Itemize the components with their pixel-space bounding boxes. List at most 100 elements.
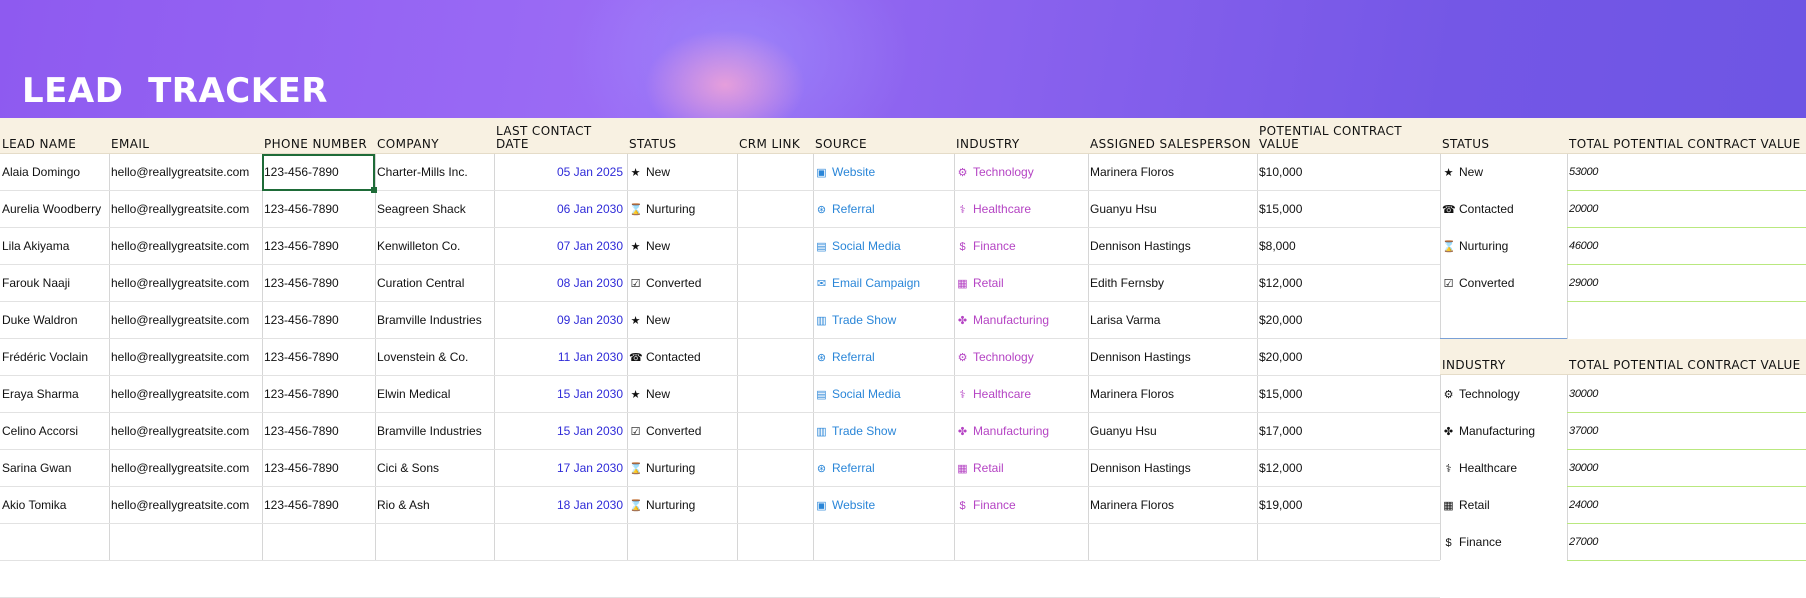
table-row[interactable]: Akio Tomika hello@reallygreatsite.com 123-…: [0, 487, 1440, 524]
cell-industry[interactable]: ▦ Retail: [954, 450, 1088, 487]
cell-crm[interactable]: [737, 413, 813, 450]
cell-source[interactable]: ▣ Website: [813, 487, 954, 524]
header-industry[interactable]: INDUSTRY: [954, 118, 1088, 154]
cell-industry[interactable]: ⚕ Healthcare: [954, 376, 1088, 413]
cell-name[interactable]: Alaia Domingo: [0, 154, 109, 191]
cell-value[interactable]: $8,000: [1257, 228, 1440, 265]
cell-status[interactable]: ☎ Contacted: [627, 339, 737, 376]
summary-value-cell[interactable]: 53000: [1567, 154, 1806, 191]
cell-salesperson[interactable]: Dennison Hastings: [1088, 339, 1257, 376]
cell-salesperson[interactable]: Edith Fernsby: [1088, 265, 1257, 302]
header-date[interactable]: LAST CONTACT DATE: [494, 118, 627, 154]
summary-value-cell[interactable]: 37000: [1567, 413, 1806, 450]
cell-email[interactable]: hello@reallygreatsite.com: [109, 413, 262, 450]
cell-phone[interactable]: 123-456-7890: [262, 413, 375, 450]
cell-name[interactable]: Lila Akiyama: [0, 228, 109, 265]
cell-date[interactable]: 15 Jan 2030: [494, 376, 627, 413]
table-row[interactable]: Eraya Sharma hello@reallygreatsite.com 123…: [0, 376, 1440, 413]
cell-industry[interactable]: ✤ Manufacturing: [954, 413, 1088, 450]
cell-industry[interactable]: ⚙ Technology: [954, 339, 1088, 376]
summary-label-cell[interactable]: ⚕ Healthcare: [1440, 450, 1567, 487]
table-row[interactable]: Frédéric Voclain hello@reallygreatsite.co…: [0, 339, 1440, 376]
empty-row[interactable]: [0, 524, 1440, 561]
summary-label-cell[interactable]: $ Finance: [1440, 524, 1567, 561]
cell-status[interactable]: ☑ Converted: [627, 265, 737, 302]
summary-value-cell[interactable]: 29000: [1567, 265, 1806, 302]
cell-value[interactable]: $12,000: [1257, 265, 1440, 302]
cell-salesperson[interactable]: Marinera Floros: [1088, 154, 1257, 191]
cell-salesperson[interactable]: Larisa Varma: [1088, 302, 1257, 339]
cell-name[interactable]: Akio Tomika: [0, 487, 109, 524]
cell-email[interactable]: hello@reallygreatsite.com: [109, 376, 262, 413]
cell-crm[interactable]: [737, 228, 813, 265]
cell-email[interactable]: hello@reallygreatsite.com: [109, 450, 262, 487]
cell-email[interactable]: hello@reallygreatsite.com: [109, 265, 262, 302]
summary-label-cell[interactable]: ☑ Converted: [1440, 265, 1567, 302]
cell-phone[interactable]: 123-456-7890: [262, 450, 375, 487]
cell-industry[interactable]: ⚙ Technology: [954, 154, 1088, 191]
cell-source[interactable]: ⊛ Referral: [813, 339, 954, 376]
cell-status[interactable]: ★ New: [627, 228, 737, 265]
summary-label-cell[interactable]: ▦ Retail: [1440, 487, 1567, 524]
cell-status[interactable]: ☑ Converted: [627, 413, 737, 450]
cell-name[interactable]: Frédéric Voclain: [0, 339, 109, 376]
header-email[interactable]: EMAIL: [109, 118, 262, 154]
cell-salesperson[interactable]: Marinera Floros: [1088, 376, 1257, 413]
cell-value[interactable]: $19,000: [1257, 487, 1440, 524]
cell-email[interactable]: hello@reallygreatsite.com: [109, 487, 262, 524]
summary-value-cell[interactable]: 27000: [1567, 524, 1806, 561]
header-phone[interactable]: PHONE NUMBER: [262, 118, 375, 154]
cell-source[interactable]: ▤ Social Media: [813, 376, 954, 413]
table-row[interactable]: Sarina Gwan hello@reallygreatsite.com 123-…: [0, 450, 1440, 487]
cell-industry[interactable]: ✤ Manufacturing: [954, 302, 1088, 339]
cell-source[interactable]: ⊛ Referral: [813, 191, 954, 228]
cell-company[interactable]: Rio & Ash: [375, 487, 494, 524]
header-source[interactable]: SOURCE: [813, 118, 954, 154]
cell-phone[interactable]: 123-456-7890: [262, 265, 375, 302]
summary-value-cell[interactable]: 46000: [1567, 228, 1806, 265]
cell-crm[interactable]: [737, 339, 813, 376]
cell-name[interactable]: Farouk Naaji: [0, 265, 109, 302]
cell-industry[interactable]: ▦ Retail: [954, 265, 1088, 302]
summary-label-cell[interactable]: ★ New: [1440, 154, 1567, 191]
cell-value[interactable]: $20,000: [1257, 339, 1440, 376]
cell-status[interactable]: ⌛ Nurturing: [627, 450, 737, 487]
summary-value-cell[interactable]: 30000: [1567, 376, 1806, 413]
summary-label-cell[interactable]: ⌛ Nurturing: [1440, 228, 1567, 265]
table-row[interactable]: Aurelia Woodberry hello@reallygreatsite.c…: [0, 191, 1440, 228]
cell-crm[interactable]: [737, 376, 813, 413]
cell-crm[interactable]: [737, 487, 813, 524]
cell-value[interactable]: $12,000: [1257, 450, 1440, 487]
cell-source[interactable]: ▥ Trade Show: [813, 413, 954, 450]
cell-status[interactable]: ⌛ Nurturing: [627, 191, 737, 228]
cell-company[interactable]: Charter-Mills Inc.: [375, 154, 494, 191]
table-row[interactable]: Farouk Naaji hello@reallygreatsite.com 123…: [0, 265, 1440, 302]
cell-crm[interactable]: [737, 302, 813, 339]
summary-header-status-value[interactable]: TOTAL POTENTIAL CONTRACT VALUE: [1567, 118, 1806, 154]
cell-crm[interactable]: [737, 154, 813, 191]
summary-value-cell[interactable]: 20000: [1567, 191, 1806, 228]
cell-salesperson[interactable]: Dennison Hastings: [1088, 450, 1257, 487]
summary-header-industry-value[interactable]: TOTAL POTENTIAL CONTRACT VALUE: [1567, 339, 1806, 375]
header-salesperson[interactable]: ASSIGNED SALESPERSON: [1088, 118, 1257, 154]
table-row[interactable]: Celino Accorsi hello@reallygreatsite.com 1…: [0, 413, 1440, 450]
cell-phone[interactable]: 123-456-7890: [262, 302, 375, 339]
summary-label-cell[interactable]: ✤ Manufacturing: [1440, 413, 1567, 450]
cell-salesperson[interactable]: Marinera Floros: [1088, 487, 1257, 524]
cell-phone[interactable]: 123-456-7890: [262, 487, 375, 524]
cell-email[interactable]: hello@reallygreatsite.com: [109, 191, 262, 228]
cell-company[interactable]: Bramville Industries: [375, 302, 494, 339]
cell-name[interactable]: Celino Accorsi: [0, 413, 109, 450]
table-row[interactable]: Lila Akiyama hello@reallygreatsite.com 123…: [0, 228, 1440, 265]
cell-date[interactable]: 17 Jan 2030: [494, 450, 627, 487]
cell-company[interactable]: Curation Central: [375, 265, 494, 302]
cell-salesperson[interactable]: Guanyu Hsu: [1088, 413, 1257, 450]
cell-date[interactable]: 09 Jan 2030: [494, 302, 627, 339]
cell-company[interactable]: Lovenstein & Co.: [375, 339, 494, 376]
header-name[interactable]: LEAD NAME: [0, 118, 109, 154]
cell-crm[interactable]: [737, 450, 813, 487]
cell-source[interactable]: ▤ Social Media: [813, 228, 954, 265]
cell-source[interactable]: ▥ Trade Show: [813, 302, 954, 339]
empty-row[interactable]: [0, 561, 1440, 598]
cell-industry[interactable]: $ Finance: [954, 228, 1088, 265]
